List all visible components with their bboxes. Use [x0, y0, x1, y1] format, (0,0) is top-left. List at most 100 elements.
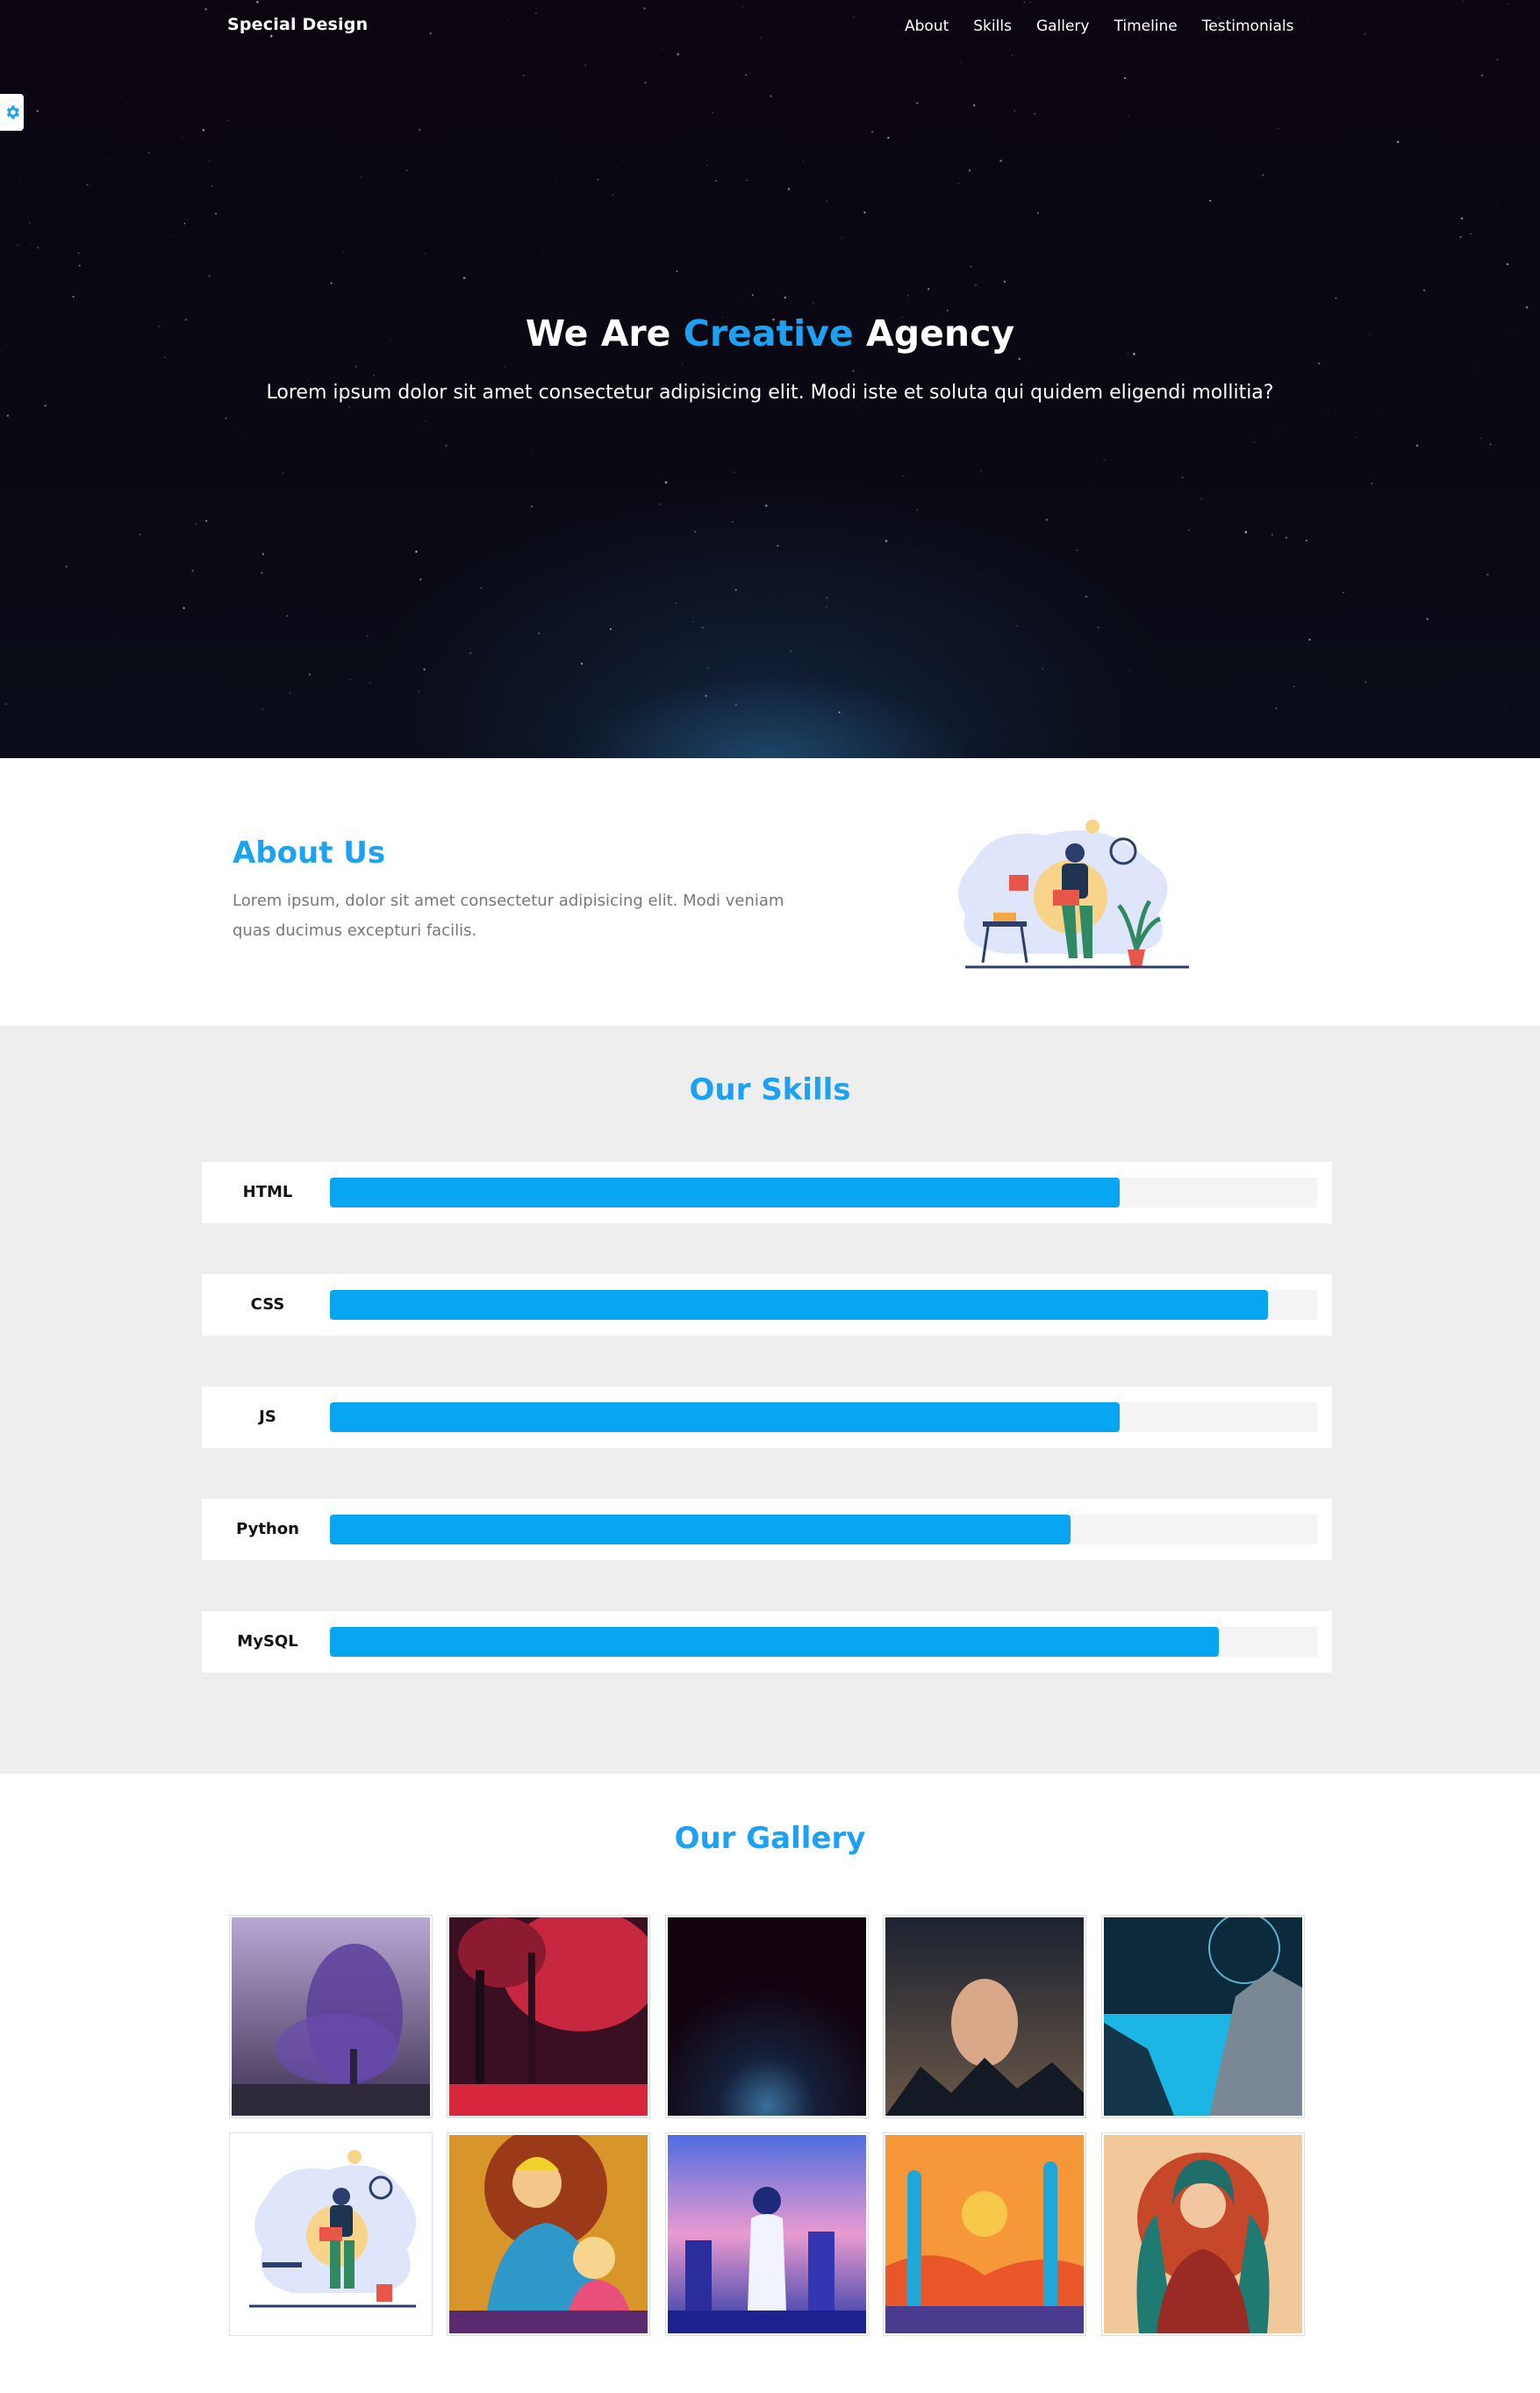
gallery-image-dark-space[interactable]	[665, 1915, 869, 2118]
star	[1395, 576, 1396, 577]
star	[1244, 531, 1248, 534]
nav-link-gallery[interactable]: Gallery	[1036, 18, 1090, 35]
star	[1481, 75, 1483, 76]
person-laptop-illustration	[958, 820, 1189, 969]
star	[191, 570, 194, 572]
star	[1012, 628, 1014, 630]
star	[734, 703, 738, 706]
star	[1422, 289, 1426, 292]
settings-toggle-button[interactable]	[0, 94, 24, 131]
star	[1103, 459, 1105, 461]
gallery-image-person-laptop[interactable]	[229, 2132, 433, 2336]
star	[682, 363, 684, 365]
star	[1477, 369, 1479, 371]
nav-link-skills[interactable]: Skills	[973, 18, 1012, 35]
star	[195, 523, 197, 526]
gallery-image-egg-planet[interactable]	[883, 1915, 1086, 2118]
star	[1253, 441, 1256, 443]
star	[1093, 484, 1095, 485]
star	[732, 521, 734, 523]
star	[691, 620, 694, 623]
star	[584, 64, 587, 67]
egg-planet-image	[885, 1917, 1084, 2116]
star	[765, 505, 768, 507]
gallery-image-father-daughter[interactable]	[447, 2132, 650, 2336]
red-forest-image	[449, 1917, 648, 2116]
star	[784, 296, 786, 299]
star	[1018, 357, 1021, 361]
nav-link-about[interactable]: About	[905, 18, 949, 35]
star	[1496, 58, 1499, 61]
star	[644, 82, 647, 84]
star	[183, 606, 185, 610]
star	[4, 703, 7, 706]
star	[659, 503, 662, 505]
gallery-image-purple-tree[interactable]	[229, 1915, 433, 2118]
skill-progress-fill	[330, 1290, 1268, 1320]
star	[957, 182, 960, 184]
blue-canyon-image	[1104, 1917, 1302, 2116]
star	[205, 519, 208, 522]
about-text: Lorem ipsum, dolor sit amet consectetur …	[233, 892, 784, 940]
star	[286, 614, 289, 617]
star	[1045, 518, 1049, 521]
star	[1123, 76, 1127, 80]
star	[1480, 437, 1482, 440]
gallery-section: Our Gallery	[0, 1773, 1540, 2393]
star	[462, 276, 466, 280]
star	[826, 200, 827, 202]
gallery-image-woman-city[interactable]	[665, 2132, 869, 2336]
star	[622, 160, 625, 161]
star	[1396, 140, 1400, 144]
star	[215, 212, 218, 215]
star	[712, 111, 713, 114]
gallery-image-woman-portrait[interactable]	[1101, 2132, 1305, 2336]
skill-progress-track	[330, 1178, 1317, 1207]
star	[1011, 54, 1014, 56]
star	[1490, 642, 1492, 644]
star	[1376, 408, 1378, 410]
nav-link-testimonials[interactable]: Testimonials	[1202, 18, 1294, 35]
skill-row-mysql: MySQL	[202, 1611, 1332, 1673]
star	[974, 283, 978, 287]
star	[535, 12, 537, 14]
hero-title-accent: Creative	[683, 312, 854, 355]
star	[842, 237, 843, 239]
star	[1460, 217, 1464, 220]
star	[1364, 32, 1366, 35]
star	[453, 718, 455, 720]
skill-progress-track	[330, 1515, 1317, 1544]
star	[508, 19, 510, 20]
woman-portrait-illustration	[1104, 2135, 1302, 2333]
star	[1278, 127, 1279, 129]
star	[580, 663, 584, 665]
star	[360, 176, 362, 178]
site-logo[interactable]: Special Design	[227, 15, 368, 34]
star	[208, 275, 211, 277]
star	[856, 407, 857, 409]
gallery-image-blue-canyon[interactable]	[1101, 1915, 1305, 2118]
star	[1365, 681, 1367, 684]
star	[147, 151, 150, 154]
gallery-image-red-forest[interactable]	[447, 1915, 650, 2118]
star	[1034, 112, 1036, 115]
star	[609, 627, 612, 631]
hero-title: We Are Creative Agency	[0, 312, 1540, 355]
star	[37, 247, 39, 249]
star	[954, 71, 955, 72]
nav-link-timeline[interactable]: Timeline	[1114, 18, 1177, 35]
skill-name: Python	[236, 1520, 299, 1538]
star	[1506, 263, 1509, 266]
skill-progress-track	[330, 1627, 1317, 1657]
star	[1029, 1, 1031, 3]
gallery-image-desert-cactus[interactable]	[883, 2132, 1086, 2336]
star	[777, 545, 779, 547]
skill-row-python: Python	[202, 1499, 1332, 1560]
star	[261, 708, 263, 710]
star	[44, 405, 47, 407]
star	[1486, 573, 1489, 577]
star	[72, 296, 75, 298]
star	[751, 294, 754, 297]
star	[97, 255, 100, 257]
star	[701, 627, 704, 629]
